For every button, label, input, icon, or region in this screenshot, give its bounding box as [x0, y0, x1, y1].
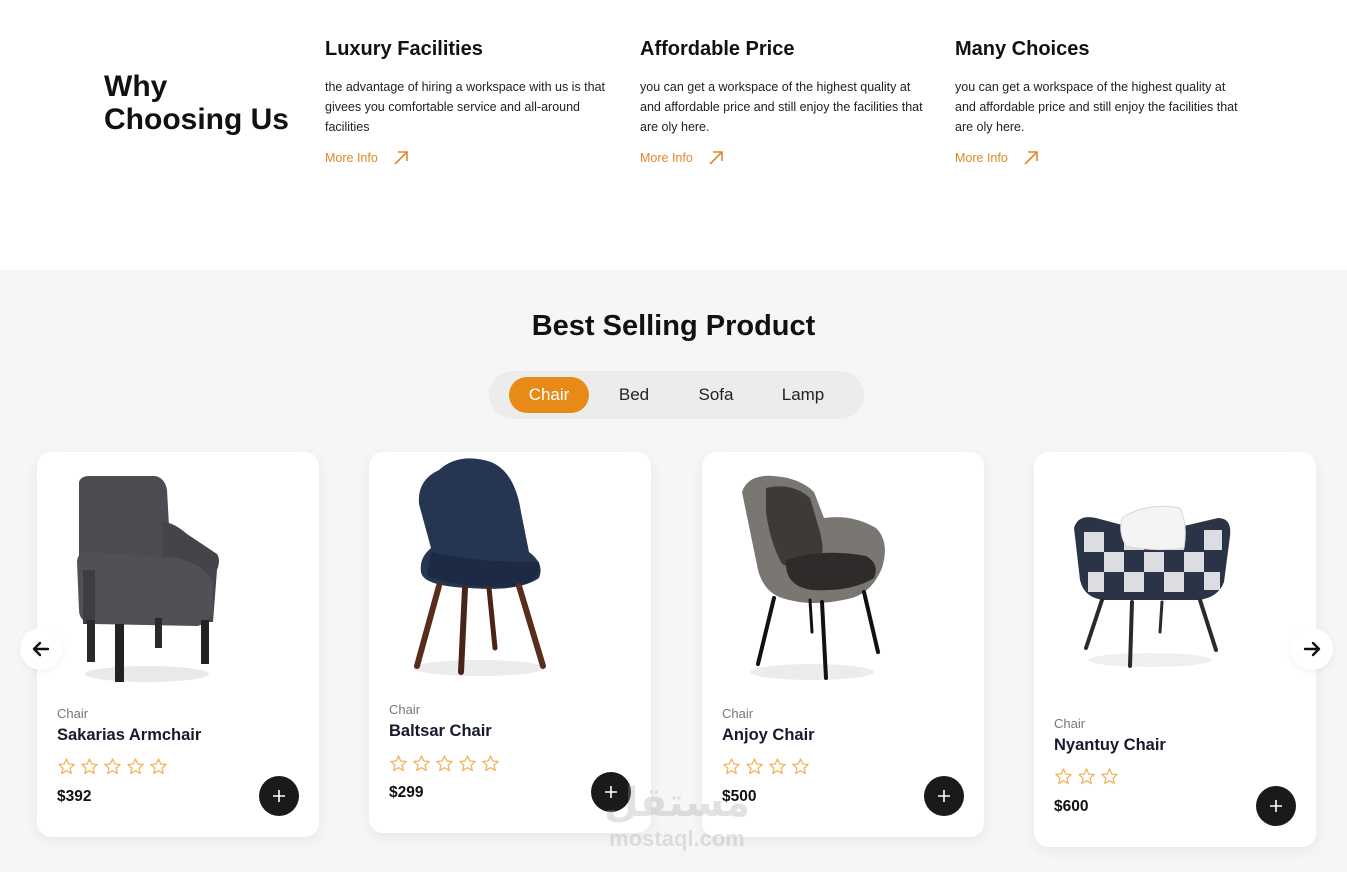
product-name: Anjoy Chair	[722, 726, 815, 744]
carousel-prev-button[interactable]	[20, 628, 62, 670]
tab-lamp[interactable]: Lamp	[753, 377, 853, 413]
star-outline-icon	[769, 758, 786, 775]
product-card[interactable]: Chair Sakarias Armchair $392	[37, 452, 319, 837]
product-rating	[57, 757, 168, 776]
star-outline-icon	[436, 755, 453, 772]
product-name: Sakarias Armchair	[57, 726, 202, 744]
plus-icon	[938, 790, 950, 802]
product-card[interactable]: Chair Anjoy Chair $500	[702, 452, 984, 837]
arrow-left-icon	[32, 641, 50, 657]
star-outline-icon	[81, 758, 98, 775]
why-choosing-us-section: Why Choosing Us Luxury Facilities the ad…	[0, 0, 1347, 270]
product-card[interactable]: Chair Baltsar Chair $299	[369, 452, 651, 833]
product-price: $500	[722, 788, 757, 805]
product-rating	[722, 757, 810, 776]
plus-icon	[1270, 800, 1282, 812]
product-price: $392	[57, 788, 92, 805]
feature-many-choices: Many Choices you can get a workspace of …	[955, 38, 1240, 167]
star-outline-icon	[390, 755, 407, 772]
section-title: Best Selling Product	[531, 310, 816, 342]
star-outline-icon	[482, 755, 499, 772]
tab-sofa[interactable]: Sofa	[679, 377, 753, 413]
product-name: Baltsar Chair	[389, 722, 492, 740]
product-card[interactable]: Chair Nyantuy Chair $600	[1034, 452, 1316, 847]
carousel-next-button[interactable]	[1291, 628, 1333, 670]
product-image-plaid-chair	[1074, 505, 1231, 668]
add-to-cart-button[interactable]	[591, 772, 631, 812]
star-outline-icon	[150, 758, 167, 775]
product-category: Chair	[1054, 716, 1086, 731]
arrow-up-right-icon	[1024, 151, 1038, 165]
star-outline-icon	[459, 755, 476, 772]
product-price: $299	[389, 784, 424, 801]
more-info-link[interactable]: More Info	[640, 149, 925, 167]
star-outline-icon	[1078, 768, 1095, 785]
feature-text: you can get a workspace of the highest q…	[955, 80, 1238, 134]
more-info-link[interactable]: More Info	[325, 149, 610, 167]
more-info-label: More Info	[955, 151, 1008, 165]
arrow-up-right-icon	[709, 151, 723, 165]
star-outline-icon	[1101, 768, 1118, 785]
add-to-cart-button[interactable]	[1256, 786, 1296, 826]
product-rating	[1054, 767, 1119, 786]
more-info-label: More Info	[640, 151, 693, 165]
product-price: $600	[1054, 798, 1089, 815]
feature-luxury-facilities: Luxury Facilities the advantage of hirin…	[325, 38, 610, 167]
tab-bed[interactable]: Bed	[589, 377, 679, 413]
arrow-right-icon	[1303, 641, 1321, 657]
best-selling-section: Best Selling Product Chair Bed Sofa Lamp…	[0, 270, 1347, 872]
tab-chair[interactable]: Chair	[509, 377, 589, 413]
star-outline-icon	[58, 758, 75, 775]
product-category: Chair	[722, 706, 754, 721]
product-rating	[389, 754, 500, 773]
product-image-leather-armchair	[742, 475, 885, 680]
add-to-cart-button[interactable]	[259, 776, 299, 816]
product-category: Chair	[57, 706, 89, 721]
feature-text: the advantage of hiring a workspace with…	[325, 80, 606, 134]
feature-title: Luxury Facilities	[325, 38, 483, 60]
feature-title: Affordable Price	[640, 38, 795, 60]
star-outline-icon	[127, 758, 144, 775]
feature-title: Many Choices	[955, 38, 1090, 60]
more-info-link[interactable]: More Info	[955, 149, 1240, 167]
category-tabs: Chair Bed Sofa Lamp	[489, 371, 864, 419]
star-outline-icon	[723, 758, 740, 775]
star-outline-icon	[1055, 768, 1072, 785]
plus-icon	[273, 790, 285, 802]
more-info-label: More Info	[325, 151, 378, 165]
product-image-blue-chair	[413, 458, 546, 676]
star-outline-icon	[792, 758, 809, 775]
arrow-up-right-icon	[394, 151, 408, 165]
star-outline-icon	[413, 755, 430, 772]
product-category: Chair	[389, 702, 421, 717]
feature-text: you can get a workspace of the highest q…	[640, 80, 923, 134]
star-outline-icon	[104, 758, 121, 775]
feature-affordable-price: Affordable Price you can get a workspace…	[640, 38, 925, 167]
add-to-cart-button[interactable]	[924, 776, 964, 816]
plus-icon	[605, 786, 617, 798]
product-name: Nyantuy Chair	[1054, 736, 1166, 754]
why-title: Why Choosing Us	[104, 70, 289, 136]
product-image-grey-armchair	[77, 476, 219, 682]
star-outline-icon	[746, 758, 763, 775]
